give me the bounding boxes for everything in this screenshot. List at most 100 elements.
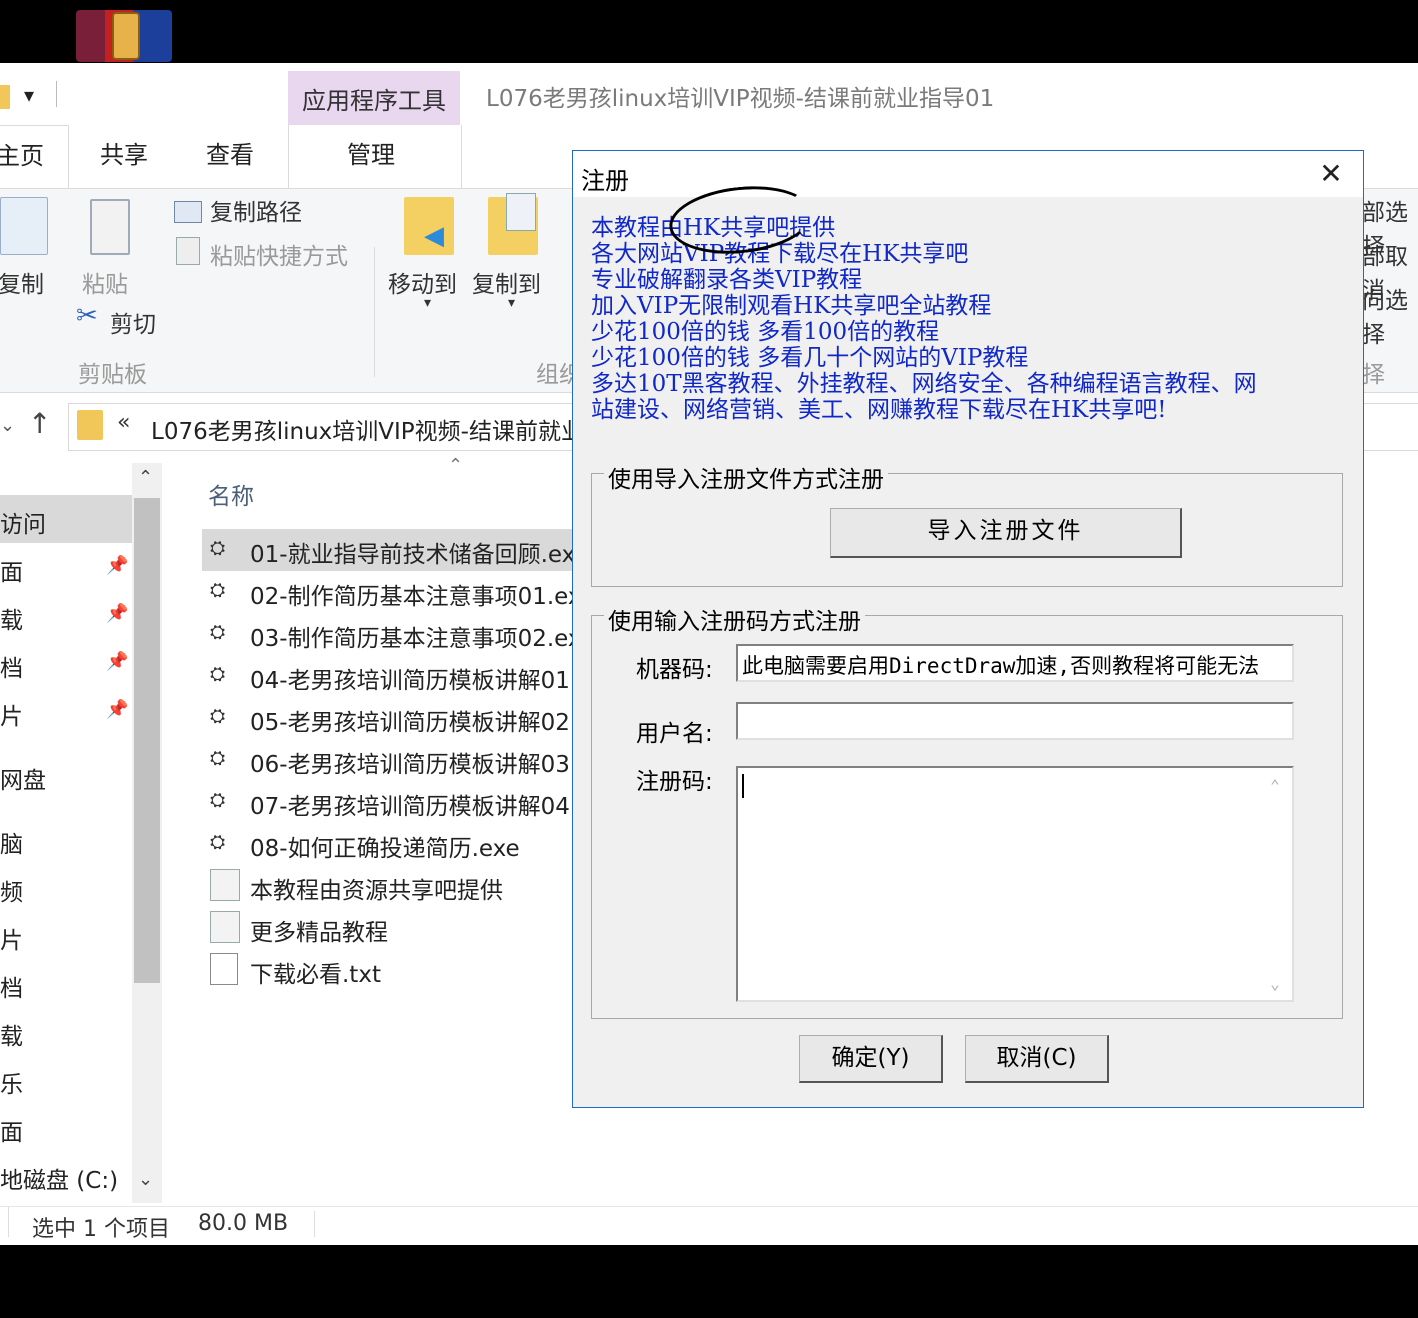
nav-item-documents-pc[interactable]: 档	[0, 969, 23, 1003]
paste-shortcut-icon	[176, 237, 200, 265]
quick-access-dropdown-icon[interactable]: ▾	[24, 83, 34, 107]
clipboard-group-label: 剪贴板	[78, 362, 147, 388]
window-title: L076老男孩linux培训VIP视频-结课前就业指导01	[486, 86, 995, 112]
exe-icon: ⛭	[210, 705, 226, 727]
column-header-name[interactable]: 名称	[208, 477, 254, 511]
context-tab-label: 应用程序工具	[302, 87, 446, 115]
invert-selection-button[interactable]: 向选择	[1362, 281, 1418, 349]
nav-item-local-disk-c[interactable]: 地磁盘 (C:)	[0, 1161, 118, 1195]
nav-item-cloud-drive[interactable]: 网盘	[0, 761, 46, 795]
folder-icon	[0, 85, 10, 109]
breadcrumb-overflow-icon[interactable]: «	[117, 410, 130, 435]
registration-dialog: 注册 ✕ 本教程由HK共享吧提供 各大网站VIP教程下载尽在HK共享吧 专业破解…	[572, 150, 1364, 1108]
pin-icon: 📌	[106, 603, 129, 624]
scissors-icon: ✂	[76, 301, 98, 331]
import-file-button[interactable]: 导入注册文件	[830, 508, 1182, 558]
nav-item-videos[interactable]: 频	[0, 873, 23, 907]
dialog-title-bar: 注册 ✕	[573, 151, 1363, 197]
promo-line: 少花100倍的钱 多看100倍的教程	[591, 319, 940, 345]
close-button[interactable]: ✕	[1311, 157, 1351, 191]
divider	[56, 81, 57, 107]
nav-item-documents[interactable]: 档	[0, 649, 23, 683]
group-separator	[374, 247, 375, 377]
nav-item-pictures[interactable]: 片	[0, 697, 23, 731]
cancel-button[interactable]: 取消(C)	[965, 1035, 1109, 1083]
pin-icon: 📌	[106, 651, 129, 672]
ok-button[interactable]: 确定(Y)	[799, 1035, 943, 1083]
exe-icon: ⛭	[210, 537, 226, 559]
promo-line: 站建设、网络营销、美工、网赚教程下载尽在HK共享吧!	[591, 397, 1167, 423]
username-field[interactable]	[736, 702, 1294, 740]
exe-icon: ⛭	[210, 831, 226, 853]
cut-button[interactable]: 剪切	[110, 305, 156, 339]
move-to-button[interactable]: 移动到	[388, 265, 457, 299]
nav-item-quick-access[interactable]: 访问	[0, 505, 46, 539]
tab-manage[interactable]: 管理	[288, 125, 462, 189]
registration-code-label: 注册码:	[636, 769, 713, 795]
text-file-icon	[210, 953, 238, 985]
file-name: 08-如何正确投递简历.exe	[250, 836, 520, 862]
file-name: 03-制作简历基本注意事项02.exe	[250, 626, 595, 652]
nav-item-desktop[interactable]: 面	[0, 553, 23, 587]
select-group-label: 择	[1362, 362, 1385, 388]
nav-item-downloads-pc[interactable]: 载	[0, 1017, 23, 1051]
folder-icon	[77, 410, 103, 440]
chevron-down-icon[interactable]: ⌄	[0, 415, 15, 436]
copy-path-button[interactable]: 复制路径	[210, 193, 302, 227]
nav-item-music[interactable]: 乐	[0, 1065, 23, 1099]
up-arrow-icon[interactable]: ↑	[28, 407, 51, 440]
text-caret	[742, 774, 744, 798]
divider	[8, 1207, 9, 1237]
machine-code-label: 机器码:	[636, 657, 713, 683]
tab-home-label: 主页	[0, 142, 44, 170]
tab-share[interactable]: 共享	[100, 135, 148, 170]
nav-scrollbar-thumb[interactable]	[134, 498, 160, 983]
import-group-label: 使用导入注册文件方式注册	[604, 460, 888, 494]
file-name: 05-老男孩培训简历模板讲解02	[250, 710, 570, 736]
copy-button[interactable]: 复制	[0, 265, 44, 299]
scroll-down-icon[interactable]: ⌄	[138, 1169, 153, 1190]
paste-button[interactable]: 粘贴	[82, 265, 128, 299]
copy-to-icon	[488, 193, 538, 255]
nav-item-desktop-pc[interactable]: 面	[0, 1113, 23, 1147]
breadcrumb-path: L076老男孩linux培训VIP视频-结课前就业	[151, 419, 584, 445]
pin-icon: 📌	[106, 699, 129, 720]
exe-icon: ⛭	[210, 789, 226, 811]
nav-item-downloads[interactable]: 载	[0, 601, 23, 635]
exe-icon: ⛭	[210, 663, 226, 685]
tab-view[interactable]: 查看	[206, 135, 254, 170]
file-name: 02-制作简历基本注意事项01.exe	[250, 584, 595, 610]
file-name: 04-老男孩培训简历模板讲解01	[250, 668, 570, 694]
import-group: 使用导入注册文件方式注册 导入注册文件	[591, 460, 1343, 587]
pin-icon: 📌	[106, 555, 129, 576]
winrar-icon[interactable]	[76, 10, 172, 62]
move-to-icon: ◀	[404, 197, 454, 255]
file-name: 07-老男孩培训简历模板讲解04	[250, 794, 570, 820]
copy-to-button[interactable]: 复制到	[472, 265, 541, 299]
paste-shortcut-button[interactable]: 粘贴快捷方式	[210, 237, 348, 271]
status-selection: 选中 1 个项目	[32, 1217, 170, 1242]
status-size: 80.0 MB	[198, 1211, 289, 1236]
move-to-dropdown-icon[interactable]: ▾	[424, 295, 431, 311]
shortcut-icon	[210, 869, 240, 901]
nav-item-pictures-pc[interactable]: 片	[0, 921, 23, 955]
scroll-up-icon[interactable]: ⌃	[138, 467, 153, 488]
registration-code-field[interactable]: ⌃ ⌄	[736, 766, 1294, 1002]
machine-code-field[interactable]: 此电脑需要启用DirectDraw加速,否则教程将可能无法	[736, 644, 1294, 682]
file-name: 06-老男孩培训简历模板讲解03	[250, 752, 570, 778]
scroll-down-icon[interactable]: ⌄	[1264, 974, 1286, 993]
exe-icon: ⛭	[210, 579, 226, 601]
promo-line: 多达10T黑客教程、外挂教程、网络安全、各种编程语言教程、网	[591, 371, 1257, 397]
file-name: 01-就业指导前技术储备回顾.exe	[250, 542, 589, 568]
copy-icon	[0, 197, 48, 255]
scroll-up-icon[interactable]: ⌃	[1264, 776, 1286, 795]
promo-line: 少花100倍的钱 多看几十个网站的VIP教程	[591, 345, 1029, 371]
nav-item-this-pc[interactable]: 脑	[0, 825, 23, 859]
copy-to-dropdown-icon[interactable]: ▾	[508, 295, 515, 311]
paste-icon	[90, 199, 130, 255]
dialog-title: 注册	[581, 167, 629, 195]
status-bar: 选中 1 个项目 80.0 MB	[0, 1206, 1418, 1245]
context-tab-app-tools: 应用程序工具	[288, 71, 460, 125]
sort-ascending-icon: ⌃	[448, 455, 464, 476]
tab-home[interactable]: 主页	[0, 125, 69, 190]
